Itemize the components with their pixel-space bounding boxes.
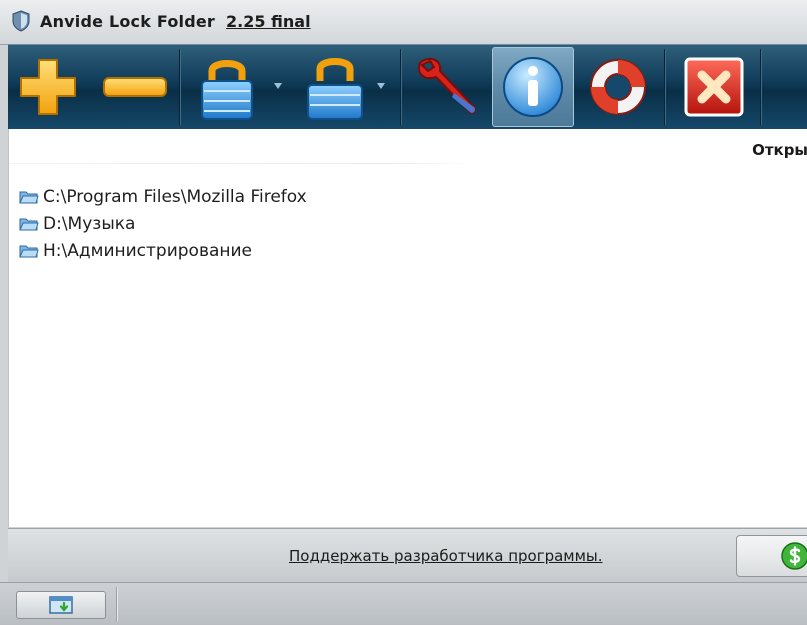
footer-bar: Поддержать разработчика программы. xyxy=(8,528,807,582)
lock-open-icon xyxy=(307,58,363,120)
header-divider xyxy=(9,163,479,164)
folder-path: C:\Program Files\Mozilla Firefox xyxy=(43,186,307,207)
shield-app-icon xyxy=(12,10,30,32)
folder-icon xyxy=(19,191,39,203)
toolbar-separator xyxy=(760,49,761,125)
plus-icon xyxy=(20,59,76,115)
info-icon xyxy=(503,57,563,117)
status-separator xyxy=(116,587,117,621)
lock-dropdown-arrow[interactable] xyxy=(274,83,282,89)
status-bar xyxy=(0,582,807,625)
lifebuoy-icon xyxy=(590,59,646,115)
title-bar: Anvide Lock Folder 2.25 final xyxy=(0,0,807,45)
toolbar-separator xyxy=(664,49,665,125)
minus-icon xyxy=(103,77,167,97)
unlock-dropdown-arrow[interactable] xyxy=(377,83,385,89)
dollar-coin-icon xyxy=(781,542,807,570)
settings-button[interactable] xyxy=(406,45,490,129)
folder-path: D:\Музыка xyxy=(43,213,136,234)
support-developer-link[interactable]: Поддержать разработчика программы. xyxy=(289,547,603,565)
toolbar xyxy=(8,44,807,130)
window-title: Anvide Lock Folder xyxy=(40,12,215,31)
lock-closed-icon xyxy=(201,60,253,120)
version-label[interactable]: 2.25 final xyxy=(226,12,311,31)
about-button[interactable] xyxy=(492,47,574,127)
donate-button[interactable] xyxy=(736,535,807,577)
toolbar-separator xyxy=(400,49,401,125)
list-item[interactable]: C:\Program Files\Mozilla Firefox xyxy=(19,183,307,210)
list-item[interactable]: H:\Администрирование xyxy=(19,237,307,264)
download-window-icon xyxy=(49,596,73,614)
folder-list-panel: Откры C:\Program Files\Mozilla Firefox D… xyxy=(8,129,807,527)
list-item[interactable]: D:\Музыка xyxy=(19,210,307,237)
close-icon xyxy=(684,57,744,117)
help-button[interactable] xyxy=(576,45,660,129)
lock-folder-button[interactable] xyxy=(186,45,282,129)
toolbar-separator xyxy=(179,49,180,125)
add-folder-button[interactable] xyxy=(12,45,84,129)
folder-icon xyxy=(19,245,39,257)
folder-icon xyxy=(19,218,39,230)
exit-button[interactable] xyxy=(672,45,756,129)
folder-path: H:\Администрирование xyxy=(43,240,252,261)
remove-folder-button[interactable] xyxy=(96,45,174,129)
tray-button[interactable] xyxy=(16,591,106,619)
wrench-icon xyxy=(418,57,477,114)
folder-list: C:\Program Files\Mozilla Firefox D:\Музы… xyxy=(19,183,307,264)
column-header[interactable]: Откры xyxy=(752,141,807,159)
app-window: Anvide Lock Folder 2.25 final Откры C:\P… xyxy=(0,0,807,625)
unlock-folder-button[interactable] xyxy=(294,45,390,129)
